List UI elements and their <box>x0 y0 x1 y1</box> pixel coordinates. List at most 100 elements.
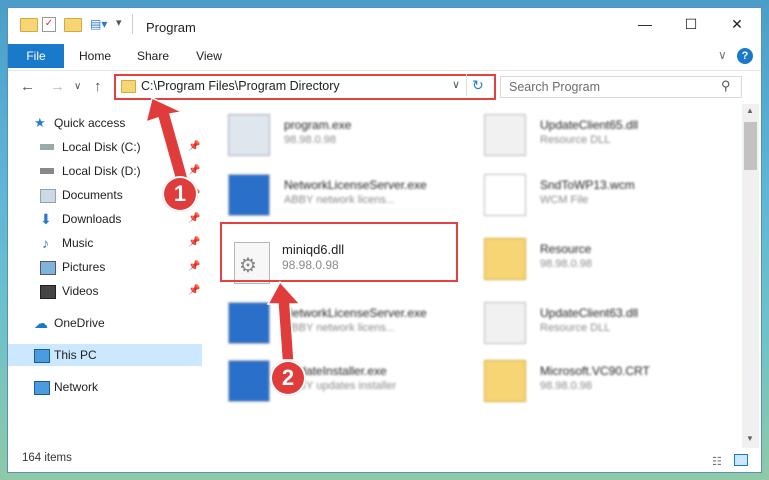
large-icons-view-icon[interactable] <box>734 454 748 466</box>
dll-gear-icon: ⚙ <box>234 242 270 284</box>
ribbon-expand-icon[interactable]: ∨ <box>718 48 727 62</box>
sidebar-item-this-pc[interactable]: This PC <box>8 344 202 366</box>
address-dropdown-icon[interactable]: ∨ <box>452 78 460 91</box>
title-divider <box>132 14 133 34</box>
videos-icon <box>40 285 56 299</box>
app-window-icon <box>228 360 270 402</box>
file-detail: ABBY network licens... <box>284 194 396 206</box>
file-detail: 98.98.0.98 <box>282 258 339 272</box>
close-button[interactable]: ✕ <box>714 8 760 40</box>
sidebar-item-local-disk-d[interactable]: Local Disk (D:) 📌 <box>40 160 202 182</box>
tab-share[interactable]: Share <box>128 44 178 68</box>
sidebar-item-local-disk-c[interactable]: Local Disk (C:) 📌 <box>40 136 202 158</box>
file-name: UpdateClient63.dll <box>540 306 639 320</box>
file-detail: 98.98.0.98 <box>540 380 592 392</box>
new-folder-icon[interactable] <box>64 18 82 32</box>
search-icon[interactable]: ⚲ <box>721 78 731 94</box>
customize-toolbar-icon[interactable]: ▤▾ <box>90 17 107 31</box>
download-icon: ⬇ <box>40 211 52 227</box>
list-item[interactable]: UpdateClient65.dll Resource DLL <box>484 112 704 160</box>
documents-icon <box>40 189 56 203</box>
sidebar-item-label: Quick access <box>54 116 126 130</box>
scroll-up-icon[interactable]: ▲ <box>746 106 754 115</box>
minimize-button[interactable]: — <box>622 8 668 40</box>
app-window-icon <box>228 174 270 216</box>
file-detail: 98.98.0.98 <box>540 258 592 270</box>
sidebar-item-label: Local Disk (D:) <box>62 164 141 178</box>
sidebar-item-music[interactable]: ♪ Music 📌 <box>40 232 202 254</box>
pin-icon[interactable]: 📌 <box>188 184 200 206</box>
back-icon[interactable]: ← <box>20 78 35 95</box>
navigation-pane: ★ Quick access Local Disk (C:) 📌 Local D… <box>8 108 203 448</box>
list-item[interactable]: NetworkLicenseServer.exe ABBY network li… <box>228 172 448 220</box>
sidebar-item-label: Downloads <box>62 212 122 226</box>
vertical-scrollbar[interactable]: ▲ ▼ <box>742 104 759 448</box>
refresh-icon[interactable]: ↻ <box>472 77 484 94</box>
folder-icon[interactable] <box>20 18 38 32</box>
folder-icon <box>121 80 136 93</box>
sidebar-item-label: Network <box>54 380 99 394</box>
pin-icon[interactable]: 📌 <box>188 208 200 230</box>
file-detail: ABBY updates installer <box>284 380 397 392</box>
file-name: NetworkLicenseServer.exe <box>284 306 427 320</box>
music-icon: ♪ <box>42 235 49 251</box>
recent-locations-icon[interactable]: ∨ <box>74 81 81 92</box>
cloud-icon: ☁ <box>34 315 48 331</box>
list-item[interactable]: Resource 98.98.0.98 <box>484 236 704 284</box>
maximize-button[interactable]: ☐ <box>668 8 714 40</box>
chevron-down-icon[interactable]: ▾ <box>116 16 122 29</box>
list-item[interactable]: Microsoft.VC90.CRT 98.98.0.98 <box>484 358 704 406</box>
details-view-icon[interactable]: ☷ <box>712 455 722 468</box>
up-icon[interactable]: ↑ <box>94 78 102 95</box>
list-item[interactable]: UpdateClient63.dll Resource DLL <box>484 300 704 348</box>
status-item-count: 164 items <box>22 452 72 464</box>
file-name: miniqd6.dll <box>282 242 345 257</box>
pin-icon[interactable]: 📌 <box>188 232 200 254</box>
file-icon <box>484 174 526 216</box>
help-icon[interactable]: ? <box>737 48 753 64</box>
pin-icon[interactable]: 📌 <box>188 256 200 278</box>
scrollbar-thumb[interactable] <box>744 122 757 170</box>
pc-icon <box>34 349 50 363</box>
sidebar-item-documents[interactable]: Documents 📌 <box>40 184 202 206</box>
dll-icon <box>484 114 526 156</box>
pin-icon[interactable]: 📌 <box>188 136 200 158</box>
list-item[interactable]: program.exe 98.98.0.98 <box>228 112 448 160</box>
file-detail: ABBY network licens... <box>284 322 396 334</box>
sidebar-item-label: Pictures <box>62 260 106 274</box>
file-detail: WCM File <box>540 194 589 206</box>
folder-icon <box>484 238 526 280</box>
list-item-highlighted[interactable]: ⚙ miniqd6.dll 98.98.0.98 <box>228 234 456 286</box>
sidebar-item-label: Music <box>62 236 94 250</box>
search-placeholder: Search Program <box>509 80 601 94</box>
file-detail: Resource DLL <box>540 322 611 334</box>
sidebar-item-pictures[interactable]: Pictures 📌 <box>40 256 202 278</box>
tab-file[interactable]: File <box>8 44 64 68</box>
list-item[interactable]: UpdateInstaller.exe ABBY updates install… <box>228 358 448 406</box>
search-input[interactable]: Search Program ⚲ <box>500 76 742 98</box>
sidebar-item-label: Local Disk (C:) <box>62 140 141 154</box>
file-name: program.exe <box>284 118 352 132</box>
address-bar[interactable]: C:\Program Files\Program Directory ∨ ↻ <box>114 74 496 100</box>
list-item[interactable]: SndToWP13.wcm WCM File <box>484 172 704 220</box>
tab-view[interactable]: View <box>184 44 234 68</box>
pin-icon[interactable]: 📌 <box>188 160 200 182</box>
list-item[interactable]: NetworkLicenseServer.exe ABBY network li… <box>228 300 448 348</box>
sidebar-item-label: Documents <box>62 188 123 202</box>
file-name: Resource <box>540 242 592 256</box>
address-path[interactable]: C:\Program Files\Program Directory <box>141 79 340 93</box>
navigation-bar: ← → ∨ ↑ C:\Program Files\Program Directo… <box>8 72 761 102</box>
properties-icon[interactable]: ✓ <box>42 17 56 32</box>
title-bar: ✓ ▤▾ ▾ Program — ☐ ✕ <box>8 8 761 40</box>
file-name: UpdateClient65.dll <box>540 118 639 132</box>
dll-icon <box>484 302 526 344</box>
file-name: NetworkLicenseServer.exe <box>284 178 427 192</box>
sidebar-item-downloads[interactable]: ⬇ Downloads 📌 <box>40 208 202 230</box>
pin-icon[interactable]: 📌 <box>188 280 200 302</box>
forward-icon[interactable]: → <box>50 78 65 95</box>
tab-home[interactable]: Home <box>70 44 120 68</box>
sidebar-item-videos[interactable]: Videos 📌 <box>40 280 202 302</box>
file-detail: Resource DLL <box>540 134 611 146</box>
scroll-down-icon[interactable]: ▼ <box>746 434 754 443</box>
file-name: SndToWP13.wcm <box>540 178 635 192</box>
